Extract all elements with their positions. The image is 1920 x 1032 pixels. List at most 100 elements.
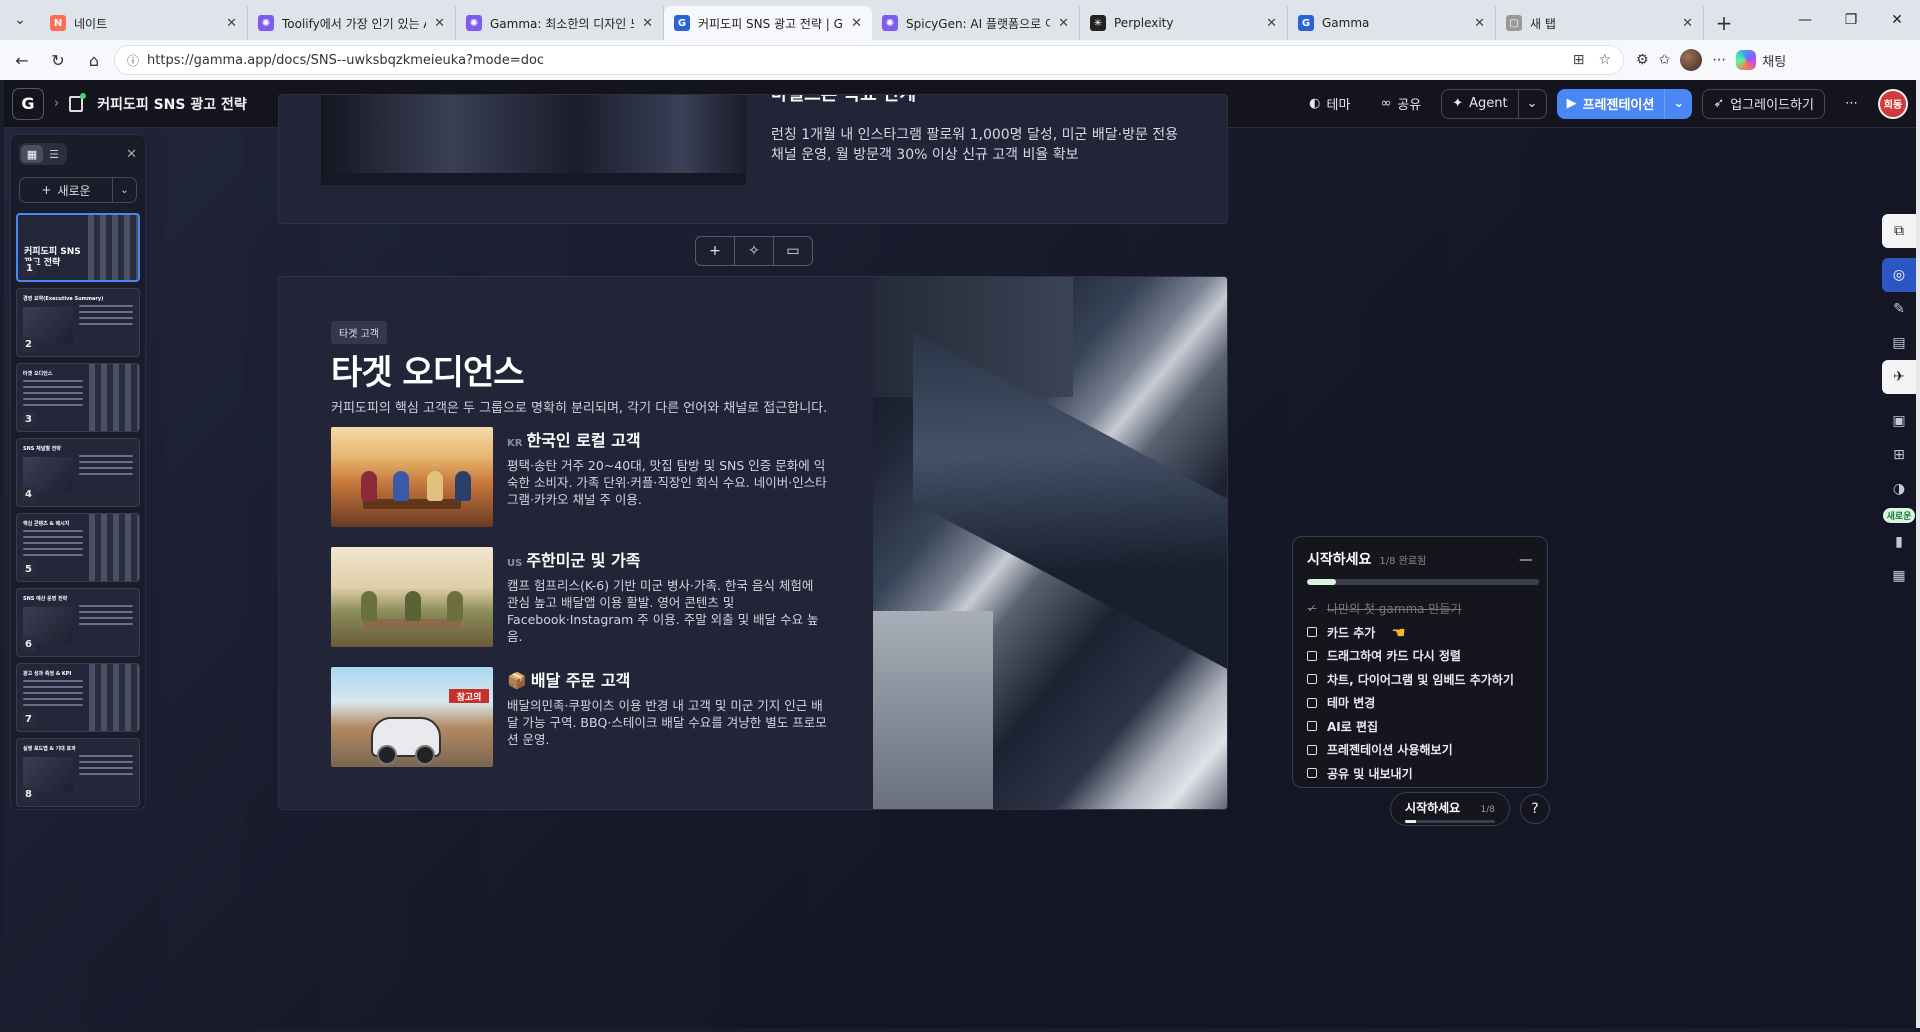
tab-favicon-icon: G — [1298, 15, 1314, 31]
thumbnail-number: 5 — [21, 562, 36, 577]
tab-close-icon[interactable]: ✕ — [434, 16, 445, 31]
checkbox[interactable] — [1307, 697, 1317, 708]
delivery-illustration[interactable]: 참고의 — [331, 667, 493, 767]
layout-icon[interactable]: ▭ — [774, 237, 812, 265]
restore-icon[interactable]: ❐ — [1828, 0, 1874, 40]
new-card-button[interactable]: + 새로운 — [20, 182, 112, 199]
user-avatar[interactable]: 희동 — [1878, 88, 1908, 119]
tab-close-icon[interactable]: ✕ — [1682, 16, 1693, 31]
browser-tab[interactable]: G 커피도피 SNS 광고 전략 | Ga ✕ — [664, 6, 872, 40]
card-thumbnail[interactable]: 경영 요약(Executive Summary) 2 — [16, 288, 140, 357]
cafe-illustration[interactable] — [331, 427, 493, 527]
target-icon[interactable]: ◎ — [1882, 258, 1916, 292]
close-window-icon[interactable]: ✕ — [1874, 0, 1920, 40]
present-dropdown-icon[interactable]: ⌄ — [1664, 88, 1692, 119]
browser-tab[interactable]: ▢ 새 탭 ✕ — [1496, 6, 1704, 40]
checklist-item[interactable]: 프레젠테이션 사용해보기 — [1307, 738, 1533, 762]
tab-close-icon[interactable]: ✕ — [851, 16, 862, 31]
chart-icon[interactable]: ▮ — [1882, 525, 1916, 559]
home-icon[interactable]: ⌂ — [78, 44, 110, 76]
checkbox[interactable] — [1307, 674, 1317, 685]
favorite-star-icon[interactable]: ☆ — [1598, 52, 1611, 68]
card-thumbnail[interactable]: 커피도피 SNS 광고 전략1 — [16, 213, 140, 282]
upgrade-button[interactable]: ➶ 업그레이드하기 — [1702, 88, 1825, 119]
tab-close-icon[interactable]: ✕ — [1058, 16, 1069, 31]
agent-button[interactable]: ✦ Agent — [1442, 90, 1517, 118]
card-milestone[interactable]: 마일스톤 목표 단계 런칭 1개월 내 인스타그램 팔로워 1,000명 달성,… — [278, 94, 1228, 224]
soldiers-illustration[interactable] — [331, 547, 493, 647]
split-screen-icon[interactable]: ⊞ — [1573, 52, 1585, 68]
help-button[interactable]: ? — [1520, 794, 1550, 824]
add-card-icon[interactable]: + — [696, 237, 735, 265]
page-scrollbar[interactable] — [1916, 80, 1920, 1028]
doc-title[interactable]: 커피도피 SNS 광고 전략 — [97, 94, 247, 114]
new-tab-button[interactable]: + — [1704, 6, 1744, 40]
browser-tab[interactable]: N 네이트 ✕ — [40, 6, 248, 40]
tab-close-icon[interactable]: ✕ — [1266, 16, 1277, 31]
checkbox[interactable] — [1307, 768, 1317, 779]
present-button[interactable]: ▶ 프레젠테이션 — [1557, 94, 1665, 113]
table-icon[interactable]: ▦ — [1882, 559, 1916, 593]
checklist-item[interactable]: 드래그하여 카드 다시 정렬 — [1307, 644, 1533, 668]
list-view-icon[interactable]: ☰ — [43, 145, 65, 163]
more-options-icon[interactable]: ⋯ — [1712, 52, 1726, 68]
gamma-home-logo[interactable]: G — [12, 87, 44, 120]
checkbox[interactable] — [1307, 721, 1317, 732]
checklist-item[interactable]: 카드 추가 ☚ — [1307, 621, 1533, 645]
minimize-icon[interactable]: — — [1782, 0, 1828, 40]
ai-generate-icon[interactable]: ✧ — [735, 237, 774, 265]
share-button[interactable]: ∞ 공유 — [1370, 88, 1431, 119]
url-field[interactable]: ⓘ https://gamma.app/docs/SNS--uwksbqzkme… — [114, 45, 1624, 75]
checklist-item[interactable]: 공유 및 내보내기 — [1307, 762, 1533, 786]
more-menu-icon[interactable]: ⋯ — [1835, 90, 1868, 117]
agent-dropdown-icon[interactable]: ⌄ — [1517, 89, 1546, 118]
checklist-item[interactable]: ✓ 나만의 첫 gamma 만들기 — [1307, 597, 1533, 621]
browser-tab[interactable]: ✺ SpicyGen: AI 플랫폼으로 이미 ✕ — [872, 6, 1080, 40]
checkbox[interactable]: ✓ — [1307, 602, 1317, 615]
tab-close-icon[interactable]: ✕ — [642, 16, 653, 31]
checklist-item[interactable]: 테마 변경 — [1307, 691, 1533, 715]
hero-abstract-image[interactable] — [873, 277, 1227, 809]
browser-tab[interactable]: G Gamma ✕ — [1288, 6, 1496, 40]
card-thumbnail[interactable]: 실행 로드맵 & 기대 효과 8 — [16, 738, 140, 807]
checklist-item[interactable]: 차트, 다이어그램 및 임베드 추가하기 — [1307, 668, 1533, 692]
minimize-panel-icon[interactable]: — — [1519, 552, 1533, 568]
card-edit-icon[interactable]: ▤ — [1882, 326, 1916, 360]
browser-tab[interactable]: ✺ Gamma: 최소한의 디자인 노 ✕ — [456, 6, 664, 40]
checkbox[interactable] — [1307, 744, 1317, 755]
edit-list-icon[interactable]: ✎ — [1882, 292, 1916, 326]
card-target-audience[interactable]: 타겟 고객 타겟 오디언스 커피도피의 핵심 고객은 두 그룹으로 명확히 분리… — [278, 276, 1228, 810]
copy-card-icon[interactable]: ⧉ — [1882, 214, 1916, 248]
browser-tab[interactable]: ✺ Toolify에서 가장 인기 있는 A ✕ — [248, 6, 456, 40]
card-lead: 커피도피의 핵심 고객은 두 그룹으로 명확히 분리되며, 각기 다른 언어와 … — [331, 401, 828, 416]
card-thumbnail[interactable]: SNS 예산 운영 전략 6 — [16, 588, 140, 657]
checkbox[interactable] — [1307, 627, 1317, 638]
theme-button[interactable]: ◐ 테마 — [1299, 88, 1360, 119]
tab-close-icon[interactable]: ✕ — [226, 16, 237, 31]
copilot-chat-button[interactable]: 채팅 — [1736, 50, 1786, 70]
back-icon[interactable]: ← — [6, 44, 38, 76]
card-thumbnail[interactable]: 타겟 오디언스 3 — [16, 363, 140, 432]
checklist-item[interactable]: AI로 편집 — [1307, 715, 1533, 739]
tab-close-icon[interactable]: ✕ — [1474, 16, 1485, 31]
image-icon[interactable]: ▣ — [1882, 404, 1916, 438]
pin-icon[interactable]: ✈ — [1882, 360, 1916, 394]
new-card-dropdown-icon[interactable]: ⌄ — [112, 178, 136, 202]
tab-actions-menu-icon[interactable]: ⌄ — [0, 0, 40, 40]
card-thumbnail[interactable]: 핵심 콘텐츠 & 메시지 5 — [16, 513, 140, 582]
thumbnail-view-icon[interactable]: ▦ — [21, 145, 43, 163]
card-thumbnail[interactable]: 광고 성과 측정 & KPI 7 — [16, 663, 140, 732]
toggle-icon[interactable]: ◑ — [1882, 472, 1916, 506]
site-info-icon[interactable]: ⓘ — [127, 52, 139, 69]
close-sidebar-icon[interactable]: ✕ — [126, 147, 137, 162]
profile-avatar[interactable] — [1680, 49, 1703, 71]
checkbox[interactable] — [1307, 650, 1317, 661]
browser-tab[interactable]: ✳ Perplexity ✕ — [1080, 6, 1288, 40]
favorites-icon[interactable]: ✩ — [1659, 52, 1671, 68]
refresh-icon[interactable]: ↻ — [42, 44, 74, 76]
extensions-icon[interactable]: ⚙ — [1636, 52, 1649, 68]
card-sidebar: ▦ ☰ ✕ + 새로운 ⌄ 커피도피 SNS 광고 전략1경영 요약(Execu… — [10, 134, 146, 810]
card-thumbnail[interactable]: SNS 채널별 전략 4 — [16, 438, 140, 507]
getting-started-mini[interactable]: 시작하세요 1/8 — [1390, 792, 1510, 826]
blocks-icon[interactable]: ⊞ — [1882, 438, 1916, 472]
